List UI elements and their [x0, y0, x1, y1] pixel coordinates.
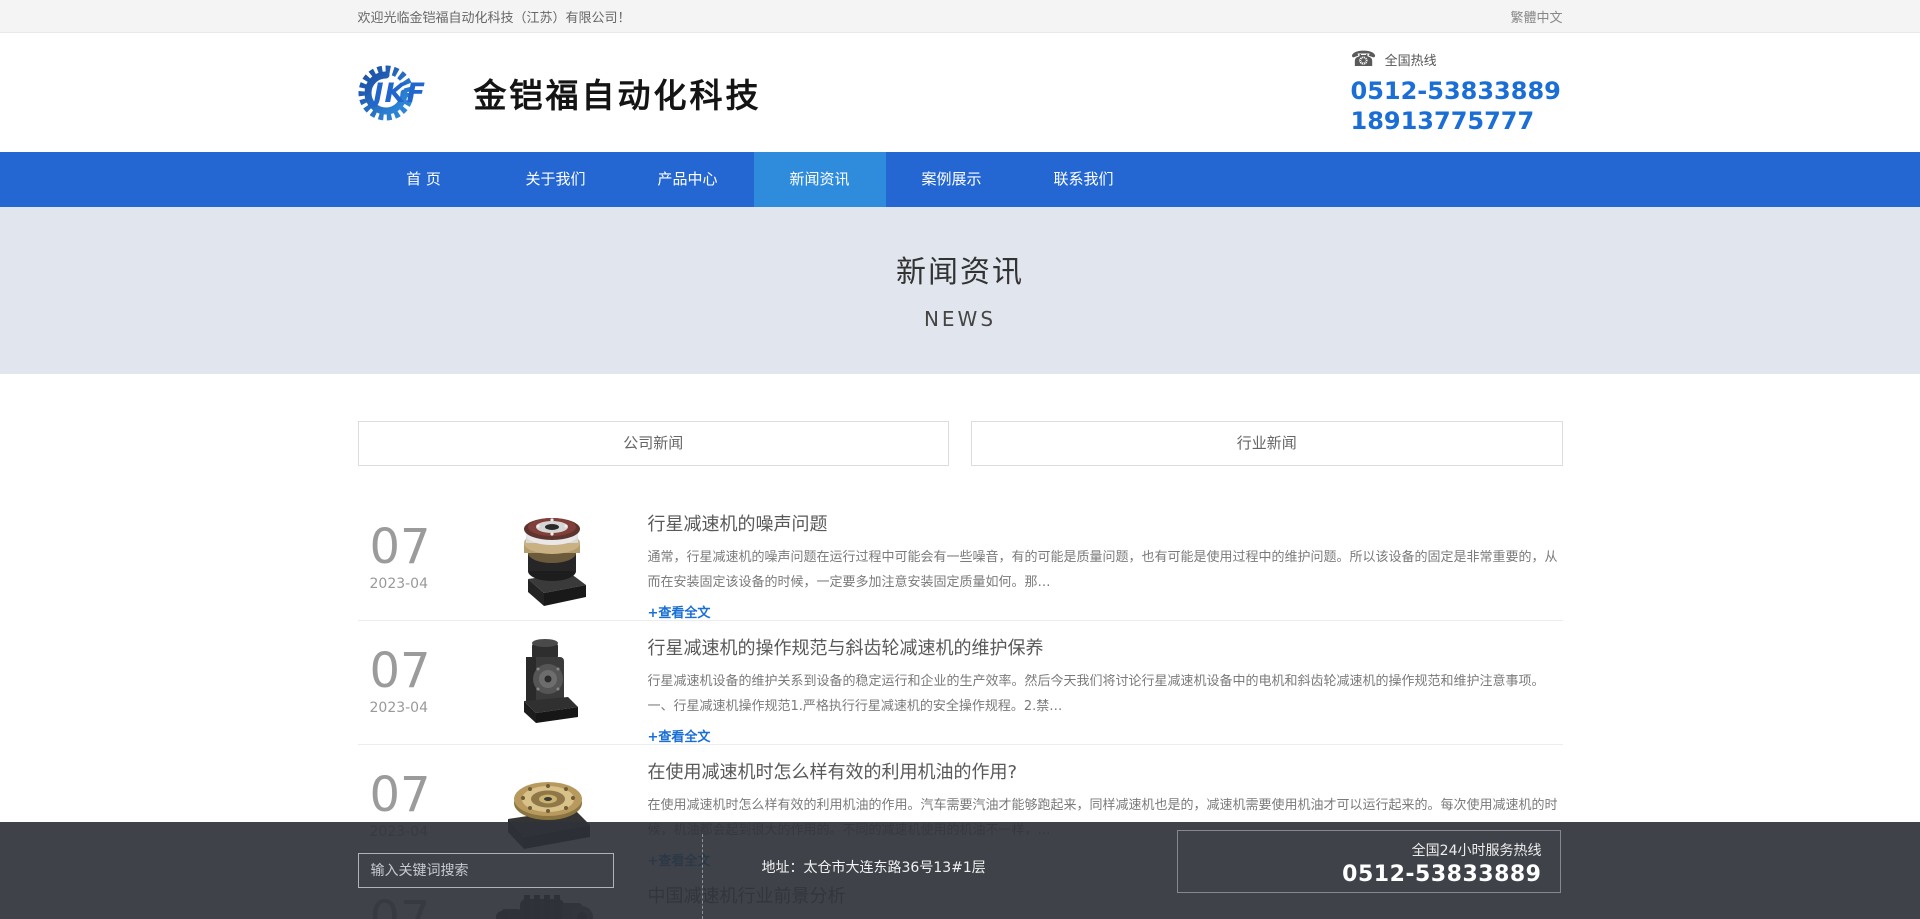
service-hotline-label: 全国24小时服务热线 — [1178, 840, 1542, 860]
welcome-text: 欢迎光临金铠福自动化科技（江苏）有限公司！ — [358, 7, 631, 26]
read-more-link[interactable]: +查看全文 — [648, 726, 711, 745]
company-name: 金铠福自动化科技 — [474, 69, 762, 117]
news-body: 行星减速机的操作规范与斜齿轮减速机的维护保养 行星减速机设备的维护关系到设备的稳… — [648, 632, 1563, 745]
news-row-2: 07 2023-04 — [358, 621, 1563, 745]
service-hotline-number: 0512-53833889 — [1178, 862, 1542, 887]
hotline-label: 全国热线 — [1385, 50, 1437, 69]
gear-logo-icon: JKF — [358, 61, 422, 125]
hotline-phone-2: 18913775777 — [1351, 106, 1563, 136]
read-more-link[interactable]: +查看全文 — [648, 602, 711, 621]
news-thumbnail-planetary-gearbox[interactable] — [488, 508, 600, 608]
news-excerpt: 通常，行星减速机的噪声问题在运行过程中可能会有一些噪音，有的可能是质量问题，也有… — [648, 545, 1563, 595]
nav-item-products[interactable]: 产品中心 — [622, 152, 754, 207]
news-category-tabs: 公司新闻 行业新闻 — [358, 421, 1563, 466]
footer-divider — [702, 834, 703, 919]
nav-item-contact[interactable]: 联系我们 — [1018, 152, 1150, 207]
footer-bar: 地址：太仓市大连东路36号13#1层 全国24小时服务热线 0512-53833… — [0, 822, 1920, 919]
keyword-search-box — [358, 853, 614, 888]
news-thumbnail-right-angle-gearbox[interactable] — [488, 632, 600, 732]
search-input[interactable] — [359, 854, 613, 887]
header-hotline: ☎ 全国热线 0512-53833889 18913775777 — [1351, 49, 1563, 136]
nav-item-news[interactable]: 新闻资讯 — [754, 152, 886, 207]
news-title-link[interactable]: 在使用减速机时怎么样有效的利用机油的作用? — [648, 758, 1563, 784]
nav-item-home[interactable]: 首 页 — [358, 152, 490, 207]
news-body: 行星减速机的噪声问题 通常，行星减速机的噪声问题在运行过程中可能会有一些噪音，有… — [648, 508, 1563, 621]
tab-industry-news[interactable]: 行业新闻 — [971, 421, 1563, 466]
news-day: 07 — [370, 522, 462, 572]
company-logo[interactable]: JKF 金铠福自动化科技 — [358, 61, 762, 125]
page-subtitle: NEWS — [0, 307, 1920, 331]
telephone-icon: ☎ — [1351, 49, 1377, 70]
traditional-chinese-link[interactable]: 繁體中文 — [1510, 7, 1562, 26]
news-year-month: 2023-04 — [370, 700, 462, 716]
hotline-phone-1: 0512-53833889 — [1351, 76, 1563, 106]
main-nav: 首 页 关于我们 产品中心 新闻资讯 案例展示 联系我们 — [0, 152, 1920, 207]
top-bar: 欢迎光临金铠福自动化科技（江苏）有限公司！ 繁體中文 — [0, 0, 1920, 33]
news-day: 07 — [370, 770, 462, 820]
news-title-link[interactable]: 行星减速机的噪声问题 — [648, 510, 1563, 536]
news-excerpt: 行星减速机设备的维护关系到设备的稳定运行和企业的生产效率。然后今天我们将讨论行星… — [648, 669, 1563, 719]
news-row-1: 07 2023-04 — [358, 497, 1563, 621]
news-day: 07 — [370, 646, 462, 696]
nav-item-about[interactable]: 关于我们 — [490, 152, 622, 207]
company-address: 地址：太仓市大连东路36号13#1层 — [762, 857, 986, 877]
tab-company-news[interactable]: 公司新闻 — [358, 421, 950, 466]
service-hotline-box: 全国24小时服务热线 0512-53833889 — [1177, 830, 1561, 893]
news-title-link[interactable]: 行星减速机的操作规范与斜齿轮减速机的维护保养 — [648, 634, 1563, 660]
news-date: 07 2023-04 — [358, 632, 462, 716]
news-year-month: 2023-04 — [370, 576, 462, 592]
logo-jkf-letters: JKF — [374, 78, 426, 109]
site-header: JKF 金铠福自动化科技 ☎ 全国热线 0512-53833889 189137… — [0, 33, 1920, 152]
nav-item-cases[interactable]: 案例展示 — [886, 152, 1018, 207]
page-banner: 新闻资讯 NEWS — [0, 207, 1920, 374]
news-date: 07 2023-04 — [358, 508, 462, 592]
page-title: 新闻资讯 — [0, 207, 1920, 291]
